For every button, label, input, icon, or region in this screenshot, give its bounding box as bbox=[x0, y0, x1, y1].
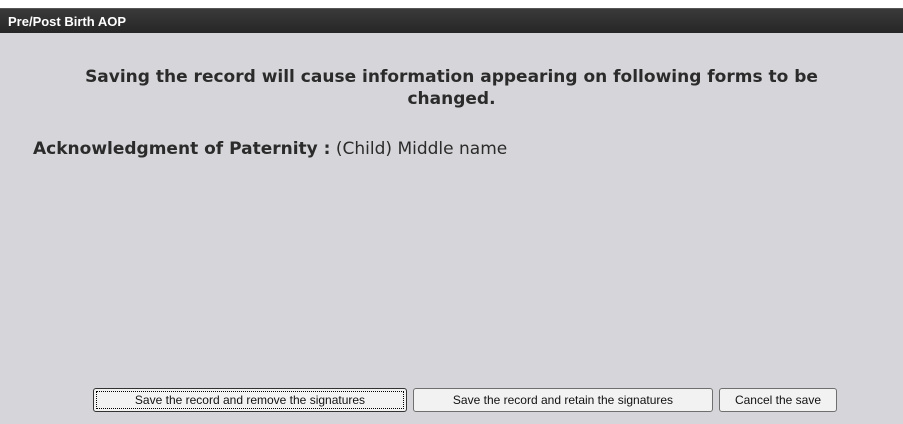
warning-message-line1: Saving the record will cause information… bbox=[85, 67, 818, 87]
dialog-title: Pre/Post Birth AOP bbox=[0, 8, 903, 33]
dialog-button-row: Save the record and remove the signature… bbox=[93, 388, 837, 412]
affected-form-entry: Acknowledgment of Paternity : (Child) Mi… bbox=[33, 139, 507, 159]
save-remove-signatures-button[interactable]: Save the record and remove the signature… bbox=[93, 388, 407, 412]
affected-field-name: (Child) Middle name bbox=[335, 139, 508, 159]
cancel-save-button[interactable]: Cancel the save bbox=[719, 388, 837, 412]
warning-message: Saving the record will cause information… bbox=[0, 66, 903, 110]
affected-form-name: Acknowledgment of Paternity : bbox=[33, 139, 331, 159]
save-retain-signatures-button[interactable]: Save the record and retain the signature… bbox=[413, 388, 713, 412]
save-confirmation-dialog: Pre/Post Birth AOP Saving the record wil… bbox=[0, 8, 903, 424]
warning-message-line2: changed. bbox=[407, 89, 496, 109]
